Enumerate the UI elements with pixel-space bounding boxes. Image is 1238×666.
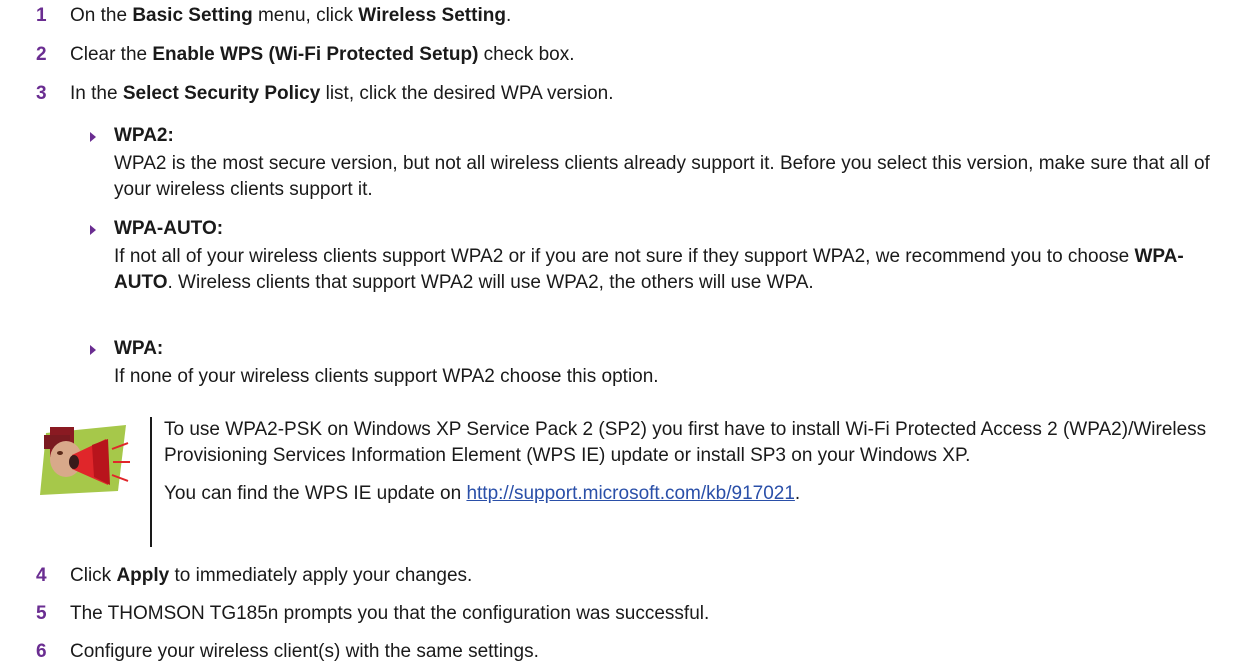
- step-number: 3: [36, 83, 47, 104]
- note-paragraph: To use WPA2-PSK on Windows XP Service Pa…: [164, 419, 1207, 466]
- option-description: WPA2 is the most secure version, but not…: [114, 153, 1210, 200]
- option-title: WPA:: [114, 338, 164, 359]
- option-description: If not all of your wireless clients supp…: [114, 246, 1184, 293]
- step-number: 6: [36, 641, 47, 662]
- list-name: Select Security Policy: [122, 83, 321, 104]
- menu-item-name: Wireless Setting: [358, 5, 506, 26]
- checkbox-name: Enable WPS (Wi-Fi Protected Setup): [152, 44, 479, 65]
- option-wpa: WPA: If none of your wireless clients su…: [90, 336, 1224, 390]
- note: To use WPA2-PSK on Windows XP Service Pa…: [164, 417, 1230, 507]
- option-title: WPA-AUTO:: [114, 218, 224, 239]
- option-title: WPA2:: [114, 125, 174, 146]
- megaphone-icon: [40, 425, 130, 495]
- option-wpa2: WPA2: WPA2 is the most secure version, b…: [90, 123, 1224, 203]
- button-name: Apply: [116, 565, 170, 586]
- menu-name: Basic Setting: [132, 5, 253, 26]
- step-number: 2: [36, 44, 47, 65]
- step-text: Configure your wireless client(s) with t…: [70, 641, 539, 662]
- step-text: Click Apply to immediately apply your ch…: [70, 565, 473, 586]
- support-link[interactable]: http://support.microsoft.com/kb/917021: [466, 483, 794, 504]
- step-text: On the Basic Setting menu, click Wireles…: [70, 5, 512, 26]
- step-number: 4: [36, 565, 47, 586]
- bullet-arrow-icon: [90, 345, 96, 355]
- note-divider: [150, 417, 152, 547]
- option-wpa-auto: WPA-AUTO: If not all of your wireless cl…: [90, 216, 1224, 296]
- step-text: Clear the Enable WPS (Wi-Fi Protected Se…: [70, 44, 575, 65]
- step-text: The THOMSON TG185n prompts you that the …: [70, 603, 710, 624]
- step-text: In the Select Security Policy list, clic…: [70, 83, 614, 104]
- option-description: If none of your wireless clients support…: [114, 366, 659, 387]
- instruction-page: 1 On the Basic Setting menu, click Wirel…: [0, 0, 1238, 666]
- step-number: 1: [36, 5, 47, 26]
- note-paragraph: You can find the WPS IE update on http:/…: [164, 483, 801, 504]
- step-number: 5: [36, 603, 47, 624]
- bullet-arrow-icon: [90, 132, 96, 142]
- bullet-arrow-icon: [90, 225, 96, 235]
